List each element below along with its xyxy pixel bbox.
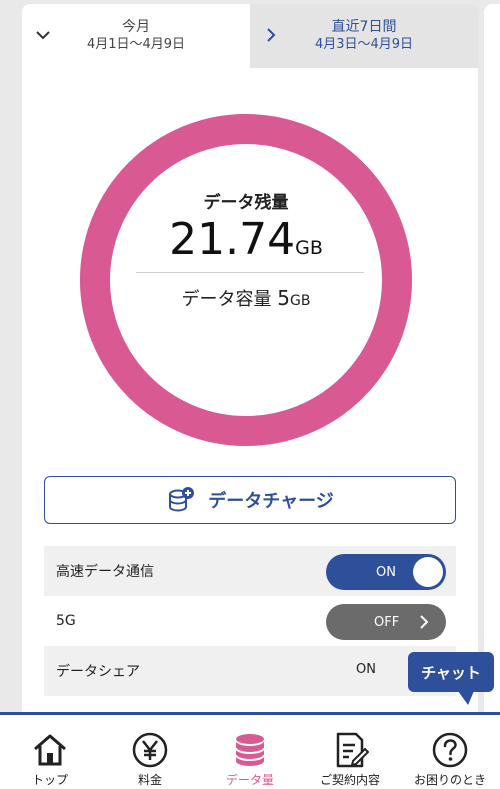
tab-this-month[interactable]: 今月 4月1日〜4月9日 (22, 4, 250, 68)
capacity-value: 5 (277, 286, 290, 310)
toggle-knob (413, 557, 443, 587)
nav-fees[interactable]: 料金 (100, 715, 200, 789)
settings-list: 高速データ通信 ON 5G OFF データシェア ON (44, 546, 456, 696)
setting-label: 高速データ通信 (56, 564, 154, 580)
chevron-right-icon (420, 615, 429, 629)
database-icon (235, 734, 265, 766)
home-icon (34, 734, 66, 766)
setting-label: データシェア (56, 664, 140, 680)
remaining-label: データ残量 (203, 193, 289, 213)
tab-range: 4月1日〜4月9日 (86, 37, 186, 52)
database-plus-icon (169, 487, 195, 512)
capacity-line: データ容量 5GB (78, 285, 414, 311)
help-icon (432, 732, 468, 768)
toggle-state: OFF (374, 614, 400, 630)
contract-icon (336, 732, 369, 768)
nav-label: データ量 (225, 773, 274, 787)
nav-label: お困りのとき (413, 773, 486, 787)
nav-label: ご契約内容 (319, 773, 380, 787)
nav-label: 料金 (137, 773, 162, 787)
setting-row-5g: 5G OFF (44, 596, 456, 646)
chevron-right-icon (267, 28, 276, 42)
capacity-label: データ容量 (181, 289, 272, 310)
period-tabs: 今月 4月1日〜4月9日 直近7日間 4月3日〜4月9日 (22, 4, 478, 68)
divider (136, 272, 364, 273)
next-card-edge (484, 4, 500, 724)
setting-label: 5G (56, 613, 76, 629)
yen-icon (132, 732, 168, 768)
nav-label: トップ (31, 773, 68, 787)
high-speed-toggle[interactable]: ON (326, 554, 446, 590)
chevron-down-icon (36, 31, 50, 40)
tab-title: 今月 (122, 19, 150, 35)
5g-toggle[interactable]: OFF (326, 604, 446, 640)
remaining-value: 21.74GB (78, 214, 414, 265)
chat-bubble-tail (458, 691, 474, 705)
chat-button[interactable]: チャット (408, 652, 494, 692)
nav-contract[interactable]: ご契約内容 (300, 715, 400, 789)
toggle-state: ON (376, 564, 396, 580)
nav-top[interactable]: トップ (0, 715, 100, 789)
usage-card: 今月 4月1日〜4月9日 直近7日間 4月3日〜4月9日 データ残量 21.74… (22, 4, 478, 724)
setting-row-high-speed: 高速データ通信 ON (44, 546, 456, 596)
data-charge-label: データチャージ (208, 491, 334, 512)
setting-row-data-share: データシェア ON (44, 646, 456, 696)
nav-data-usage[interactable]: データ量 (200, 715, 300, 789)
capacity-unit: GB (290, 293, 311, 309)
bottom-navigation: トップ 料金 データ量 ご契約内容 お困りのとき (0, 712, 500, 789)
tab-last-7-days[interactable]: 直近7日間 4月3日〜4月9日 (250, 4, 478, 68)
data-charge-button[interactable]: データチャージ (44, 476, 456, 524)
tab-range: 4月3日〜4月9日 (314, 37, 414, 52)
remaining-number: 21.74 (169, 214, 296, 265)
remaining-unit: GB (295, 237, 323, 259)
data-share-state: ON (356, 662, 376, 677)
data-remaining-ring: データ残量 21.74GB データ容量 5GB (78, 112, 414, 448)
tab-title: 直近7日間 (331, 19, 397, 35)
nav-help[interactable]: お困りのとき (400, 715, 500, 789)
